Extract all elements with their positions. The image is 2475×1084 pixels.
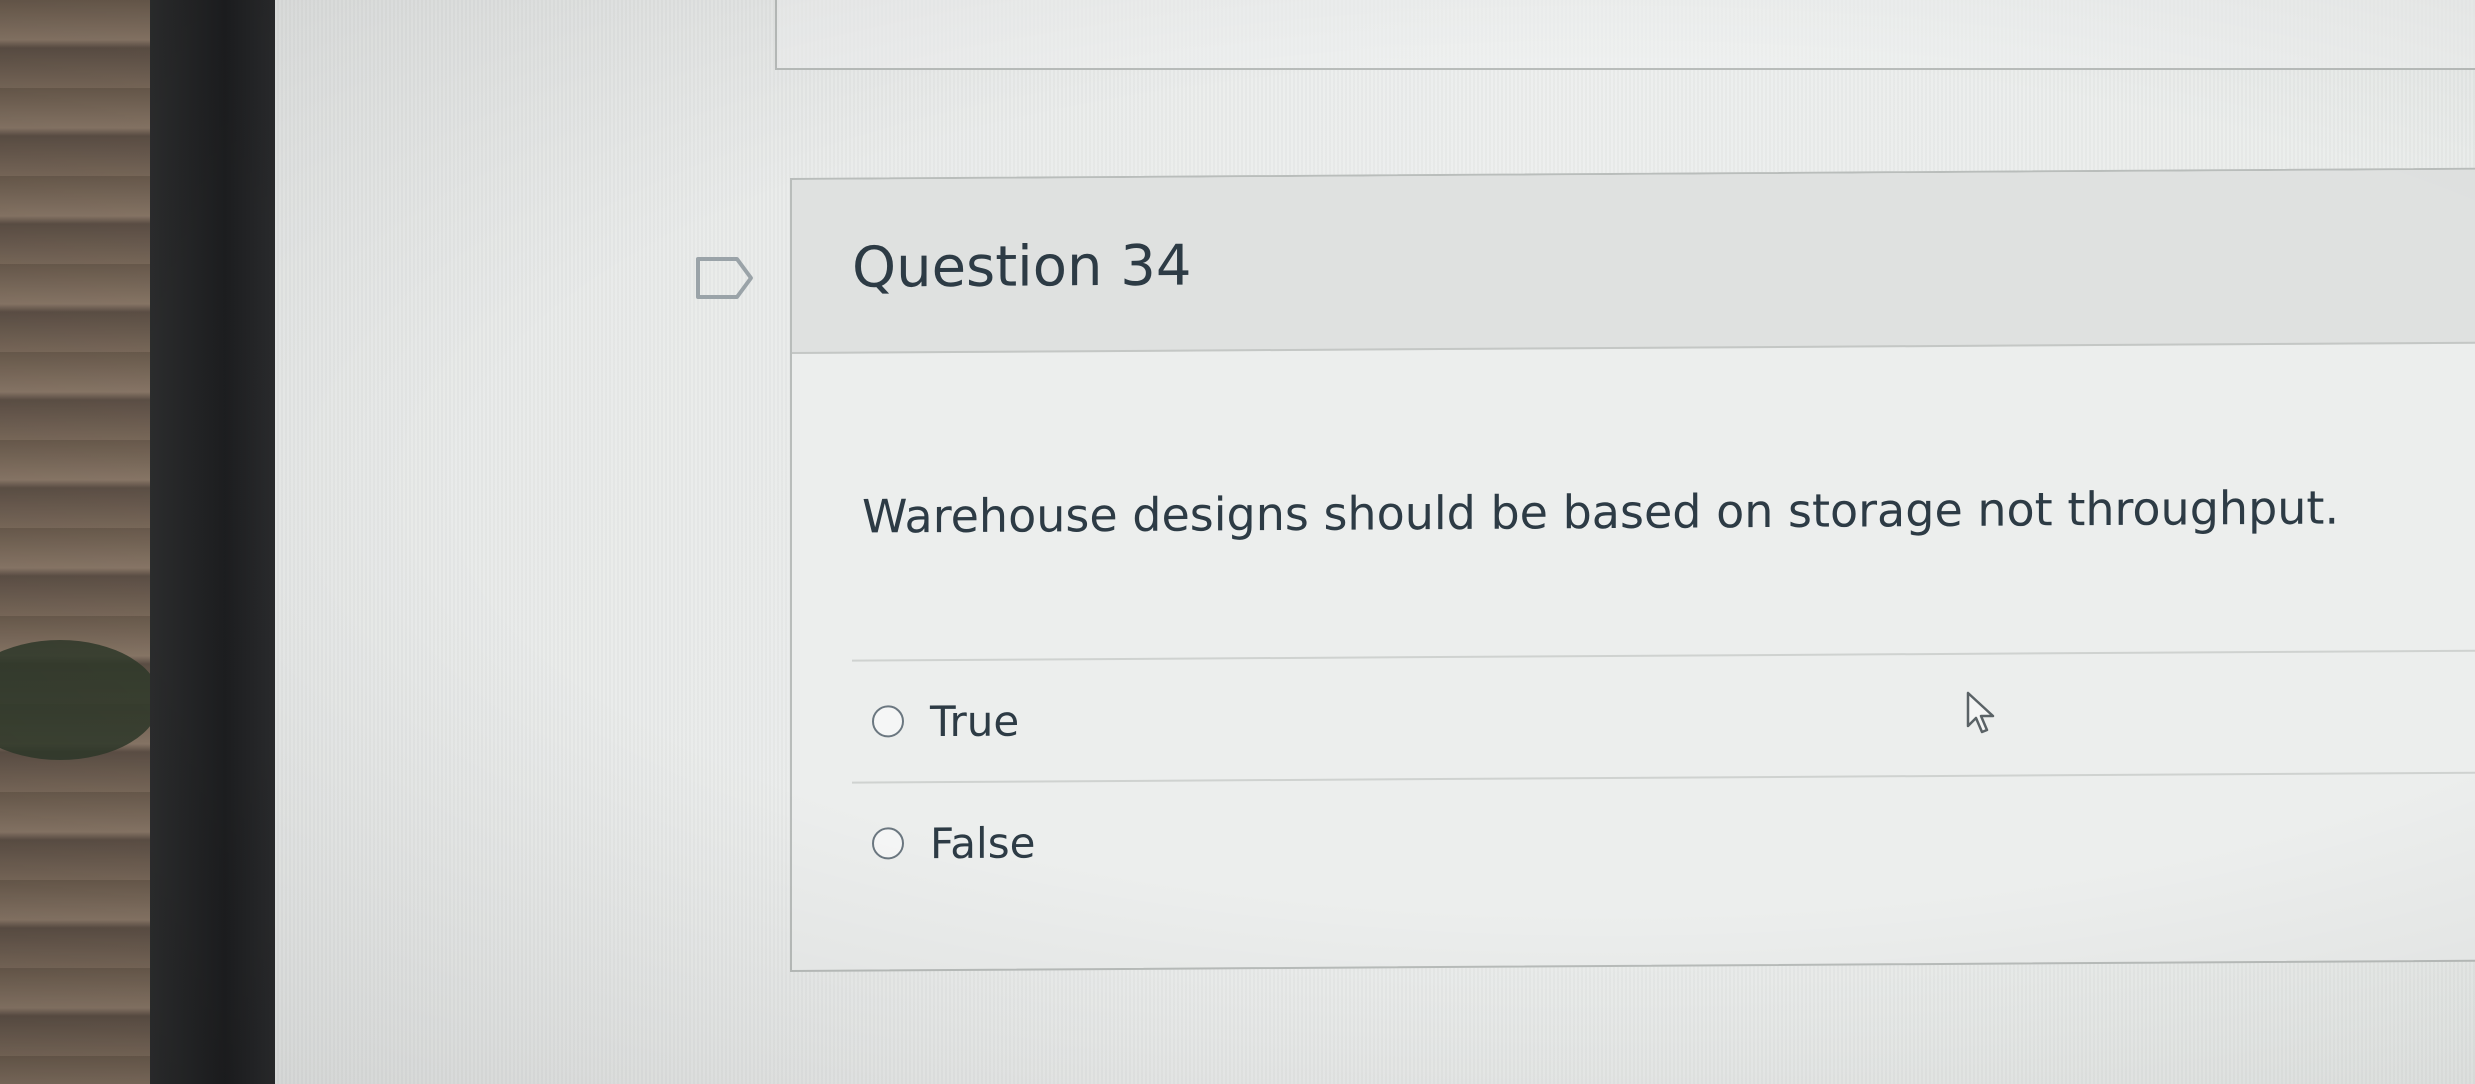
radio-unselected-icon[interactable] (872, 705, 904, 738)
question-header: Question 34 (792, 167, 2475, 354)
question-text: Warehouse designs should be based on sto… (862, 480, 2340, 544)
answer-label[interactable]: True (930, 696, 1019, 746)
photo-stage: Question 34 Warehouse designs should be … (0, 0, 2475, 1084)
answer-option-true[interactable]: True (852, 647, 2475, 782)
question-title: Question 34 (852, 233, 1192, 301)
previous-question-card (775, 0, 2475, 70)
answer-list: True False (852, 647, 2475, 904)
screen: Question 34 Warehouse designs should be … (275, 0, 2475, 1084)
answer-label[interactable]: False (930, 818, 1035, 868)
radio-unselected-icon[interactable] (872, 827, 904, 860)
monitor-bezel (150, 0, 275, 1084)
mouse-pointer-icon (1965, 690, 1999, 736)
question-card: Question 34 Warehouse designs should be … (790, 165, 2475, 972)
flag-icon (696, 257, 753, 299)
answer-option-false[interactable]: False (852, 769, 2475, 904)
flag-question-button[interactable] (695, 253, 755, 303)
